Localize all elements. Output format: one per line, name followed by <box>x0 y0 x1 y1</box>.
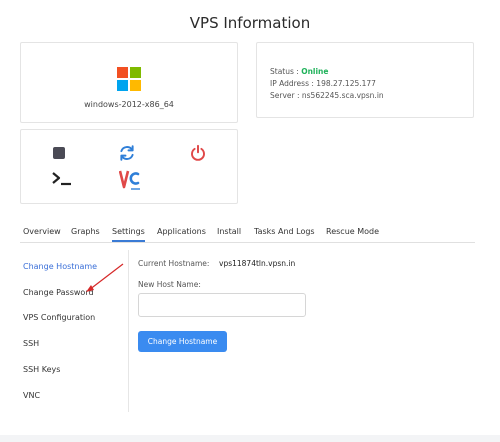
ip-line: IP Address : 198.27.125.177 <box>270 79 376 88</box>
new-hostname-label: New Host Name: <box>138 280 201 289</box>
os-card: windows-2012-x86_64 <box>20 42 238 123</box>
annotation-arrow-icon <box>86 263 124 292</box>
tab-graphs[interactable]: Graphs <box>71 227 100 240</box>
sidebar-item-ssh[interactable]: SSH <box>23 339 39 348</box>
change-hostname-button[interactable]: Change Hostname <box>138 331 227 352</box>
terminal-icon[interactable] <box>51 170 73 188</box>
sidebar-item-vnc[interactable]: VNC <box>23 391 40 400</box>
vnc-icon[interactable] <box>119 168 141 190</box>
tab-tasks-and-logs[interactable]: Tasks And Logs <box>254 227 315 240</box>
tab-overview[interactable]: Overview <box>23 227 61 240</box>
status-label: Status : <box>270 67 302 76</box>
tab-bar: Overview Graphs Settings Applications In… <box>20 227 475 243</box>
refresh-icon[interactable] <box>118 144 136 162</box>
actions-card <box>20 129 238 204</box>
sidebar-item-vps-configuration[interactable]: VPS Configuration <box>23 313 95 322</box>
current-hostname-value: vps11874tln.vpsn.in <box>219 259 296 268</box>
tab-settings[interactable]: Settings <box>112 227 145 242</box>
status-value: Online <box>301 67 329 76</box>
tab-rescue-mode[interactable]: Rescue Mode <box>326 227 379 240</box>
current-hostname-label: Current Hostname: <box>138 259 210 268</box>
status-line: Status : Online <box>270 67 329 76</box>
ip-label: IP Address : <box>270 79 317 88</box>
sidebar-divider <box>128 250 129 412</box>
status-card: Status : Online IP Address : 198.27.125.… <box>256 42 474 118</box>
sidebar-item-ssh-keys[interactable]: SSH Keys <box>23 365 60 374</box>
stop-icon[interactable] <box>53 147 65 159</box>
tab-install[interactable]: Install <box>217 227 241 240</box>
server-label: Server : <box>270 91 302 100</box>
new-hostname-input[interactable] <box>138 293 306 317</box>
power-icon[interactable] <box>189 144 207 162</box>
tab-applications[interactable]: Applications <box>157 227 206 240</box>
bottom-bar <box>0 435 500 442</box>
page-title: VPS Information <box>189 14 311 32</box>
os-name: windows-2012-x86_64 <box>84 100 174 109</box>
windows-logo-icon <box>117 67 141 91</box>
ip-value: 198.27.125.177 <box>316 79 376 88</box>
server-line: Server : ns562245.sca.vpsn.in <box>270 91 384 100</box>
server-value: ns562245.sca.vpsn.in <box>301 91 384 100</box>
